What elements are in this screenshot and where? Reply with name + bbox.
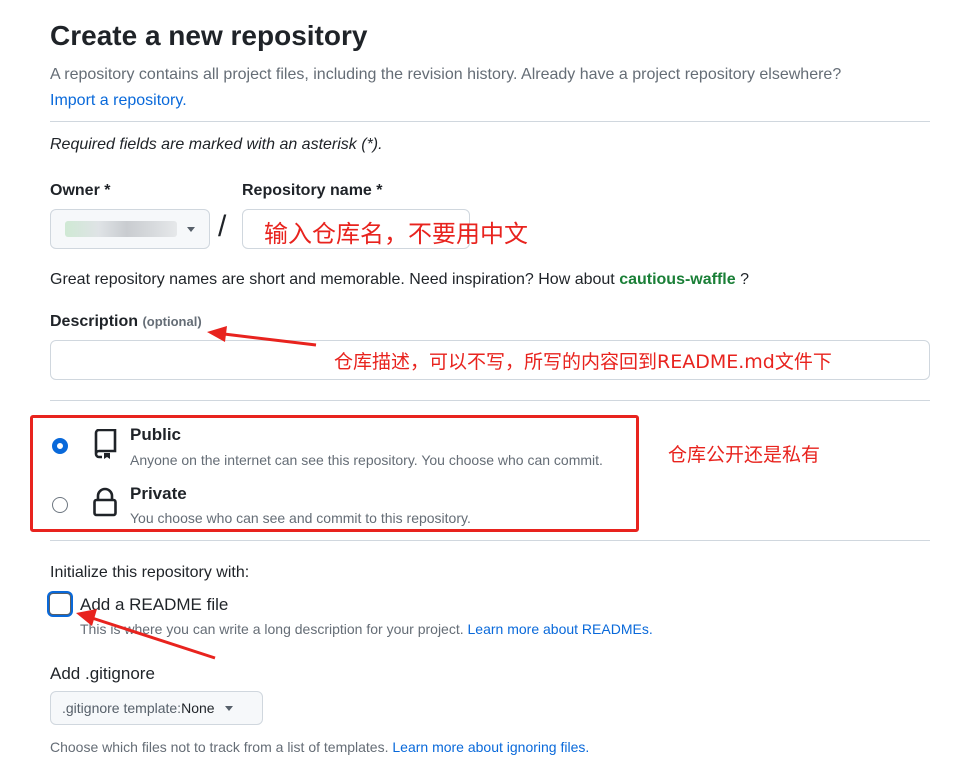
description-arrow xyxy=(207,326,317,347)
annotation-arrows xyxy=(76,326,317,660)
readme-arrow xyxy=(76,609,216,660)
